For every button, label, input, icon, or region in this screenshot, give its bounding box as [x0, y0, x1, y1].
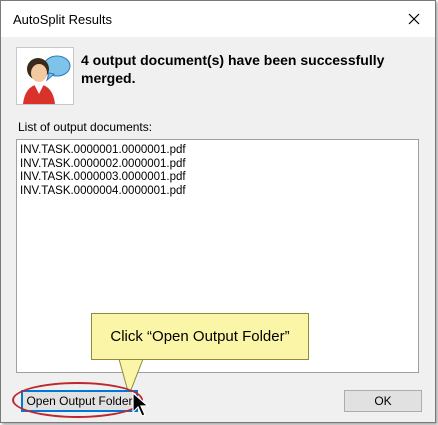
list-item[interactable]: INV.TASK.0000001.0000001.pdf [20, 144, 415, 158]
success-message: 4 output document(s) have been successfu… [81, 52, 385, 86]
close-icon [408, 13, 420, 25]
output-list-label: List of output documents: [18, 120, 153, 134]
title-bar: AutoSplit Results [1, 1, 435, 37]
list-item[interactable]: INV.TASK.0000004.0000001.pdf [20, 185, 415, 199]
open-output-folder-button[interactable]: Open Output Folder [21, 390, 138, 412]
instruction-callout: Click “Open Output Folder” [91, 313, 309, 360]
user-chat-icon [16, 47, 74, 105]
list-item[interactable]: INV.TASK.0000002.0000001.pdf [20, 158, 415, 172]
ok-button[interactable]: OK [344, 390, 422, 412]
window-title: AutoSplit Results [13, 12, 112, 27]
list-item[interactable]: INV.TASK.0000003.0000001.pdf [20, 171, 415, 185]
autosplit-results-dialog: AutoSplit Results 4 output document(s) h… [0, 0, 436, 423]
close-button[interactable] [399, 5, 429, 33]
